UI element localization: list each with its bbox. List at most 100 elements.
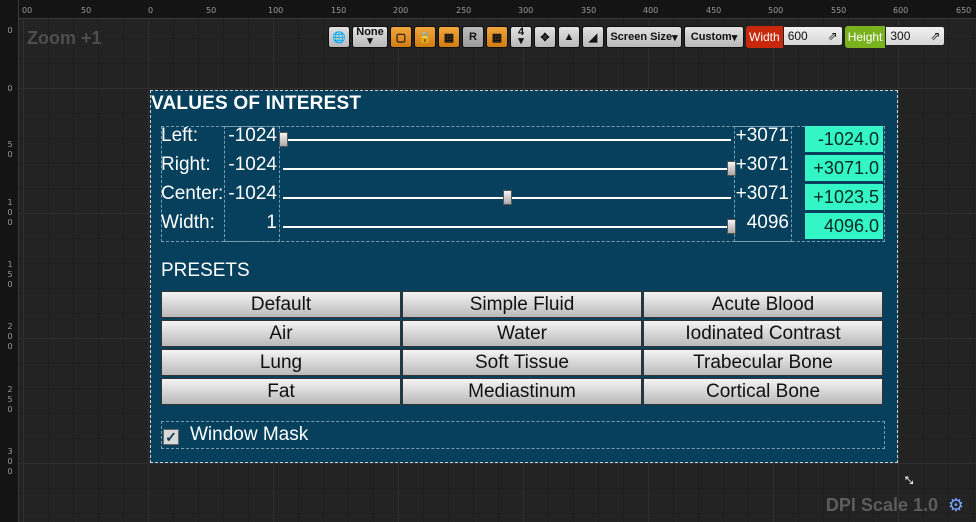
preset-button[interactable]: Soft Tissue — [402, 349, 642, 376]
slider-track[interactable] — [279, 132, 731, 147]
preset-button[interactable]: Iodinated Contrast — [643, 320, 883, 347]
ruler-tick-label: 5 0 — [7, 140, 13, 159]
transform-icon[interactable]: ✥ — [534, 26, 556, 48]
value-box[interactable]: -1024.0 — [805, 126, 883, 152]
row-label: Center: — [161, 183, 224, 204]
dpi-scale-label: DPI Scale 1.0 — [825, 495, 938, 515]
ruler-tick-label: 50 — [206, 6, 217, 15]
ruler-tick-label: 350 — [581, 6, 597, 15]
height-label: Height — [844, 26, 886, 48]
row-label: Left: — [161, 125, 198, 146]
preset-button[interactable]: Simple Fluid — [402, 291, 642, 318]
presets-title: PRESETS — [161, 260, 250, 281]
ruler-tick-label: 150 — [331, 6, 347, 15]
preset-button[interactable]: Lung — [161, 349, 401, 376]
slider-track[interactable] — [283, 219, 736, 234]
chevron-down-icon: ▾ — [518, 35, 524, 47]
ruler-tick-label: 550 — [831, 6, 847, 15]
ruler-tick-label: 300 — [518, 6, 534, 15]
globe-icon[interactable]: 🌐 — [328, 26, 350, 48]
gear-icon[interactable]: ⚙ — [948, 495, 964, 516]
min-value: 1 — [266, 212, 277, 233]
height-value: 300 — [890, 29, 911, 43]
ruler-tick-label: 2 5 0 — [7, 385, 13, 414]
horizontal-ruler: 00 50 0 50 100 150 200 250 300 350 400 450 500 550 600… — [0, 0, 976, 19]
ruler-tick-label: 100 — [268, 6, 284, 15]
preset-button[interactable]: Cortical Bone — [643, 378, 883, 405]
window-mask-checkbox[interactable]: ✓ — [163, 429, 179, 445]
width-value: 600 — [787, 29, 808, 43]
preset-button[interactable]: Water — [402, 320, 642, 347]
value-box[interactable]: +3071.0 — [805, 155, 883, 181]
slider-track[interactable] — [283, 161, 736, 176]
max-value: 4096 — [746, 212, 789, 233]
row-label: Width: — [161, 212, 215, 233]
ruler-tick-label: 1 0 0 — [7, 198, 13, 227]
zoom-indicator: Zoom +1 — [27, 28, 102, 48]
screen-size-label: Screen Size — [610, 31, 673, 43]
preset-button[interactable]: Trabecular Bone — [643, 349, 883, 376]
ruler-tick-label: 250 — [456, 6, 472, 15]
respect-locks-button[interactable]: R — [462, 26, 484, 48]
width-label: Width — [746, 26, 783, 48]
screen-size-dropdown[interactable]: Screen Size ▾ — [606, 26, 682, 48]
image-icon[interactable]: ▲ — [558, 26, 580, 48]
mirror-icon[interactable]: ◢ — [582, 26, 604, 48]
grid-snap-icon[interactable]: ▦ — [486, 26, 508, 48]
slider-track[interactable] — [283, 190, 731, 205]
height-input[interactable]: 300 ⇗ — [885, 26, 946, 46]
grid-snap-dropdown[interactable]: 4 ▾ — [510, 26, 532, 48]
ruler-tick-label: 500 — [768, 6, 784, 15]
check-icon: ✓ — [165, 429, 177, 445]
expand-icon: ⇗ — [930, 29, 941, 43]
max-value: +3071 — [735, 154, 789, 175]
ruler-tick-label: 2 0 0 — [7, 322, 13, 351]
ruler-tick-label: 1 5 0 — [7, 260, 13, 289]
width-field: Width 600 ⇗ — [746, 26, 843, 48]
ruler-tick-label: 00 — [22, 6, 33, 15]
width-input[interactable]: 600 ⇗ — [782, 26, 843, 46]
preset-button[interactable]: Acute Blood — [643, 291, 883, 318]
max-value: +3071 — [735, 125, 789, 146]
chevron-down-icon: ▾ — [367, 35, 373, 47]
window-mask-label: Window Mask — [190, 424, 309, 445]
ruler-tick-label: 3 0 0 — [7, 447, 13, 476]
custom-dropdown[interactable]: Custom ▾ — [684, 26, 744, 48]
lock-icon[interactable]: 🔒 — [414, 26, 436, 48]
max-value: +3071 — [735, 183, 789, 204]
preset-button[interactable]: Mediastinum — [402, 378, 642, 405]
slider-thumb[interactable] — [503, 190, 512, 205]
value-box[interactable]: 4096.0 — [805, 213, 883, 239]
ruler-tick-label: 200 — [393, 6, 409, 15]
value-box[interactable]: +1023.5 — [805, 184, 883, 210]
expand-icon: ⇗ — [827, 29, 838, 43]
values-panel: VALUES OF INTEREST Left: -1024 +3071 -1024.… — [150, 90, 898, 463]
preset-button[interactable]: Default — [161, 291, 401, 318]
slider-thumb[interactable] — [727, 161, 736, 176]
r-label: R — [469, 31, 477, 43]
preset-button[interactable]: Air — [161, 320, 401, 347]
ruler-tick-label: 400 — [643, 6, 659, 15]
custom-label: Custom — [690, 31, 732, 43]
ruler-tick-label: 650 — [956, 6, 972, 15]
min-value: -1024 — [228, 125, 277, 146]
layout-toggle-icon[interactable]: ▦ — [438, 26, 460, 48]
none-dropdown[interactable]: None ▾ — [352, 26, 388, 48]
designer-toolbar: 🌐 None ▾ ▢ 🔒 ▦ R ▦ 4 ▾ ✥ ▲ ◢ Screen Size ▾ … — [328, 26, 946, 48]
height-field: Height 300 ⇗ — [844, 26, 946, 48]
panel-title: VALUES OF INTEREST — [151, 93, 362, 114]
ruler-tick-label: 50 — [81, 6, 92, 15]
resize-handle-icon[interactable]: ↔ — [897, 465, 925, 493]
ruler-tick-label: 0 — [7, 84, 13, 93]
ruler-tick-label: 0 — [7, 26, 13, 35]
outline-toggle-icon[interactable]: ▢ — [390, 26, 412, 48]
preset-button[interactable]: Fat — [161, 378, 401, 405]
ruler-tick-label: 0 — [148, 6, 154, 15]
vertical-ruler: 0 0 5 0 1 0 0 1 5 0 2 0 0 2 5 0 3 0 0 — [0, 0, 19, 522]
min-value: -1024 — [228, 183, 277, 204]
ruler-tick-label: 450 — [706, 6, 722, 15]
slider-thumb[interactable] — [727, 219, 736, 234]
slider-thumb[interactable] — [279, 132, 288, 147]
row-label: Right: — [161, 154, 211, 175]
ruler-tick-label: 600 — [893, 6, 909, 15]
